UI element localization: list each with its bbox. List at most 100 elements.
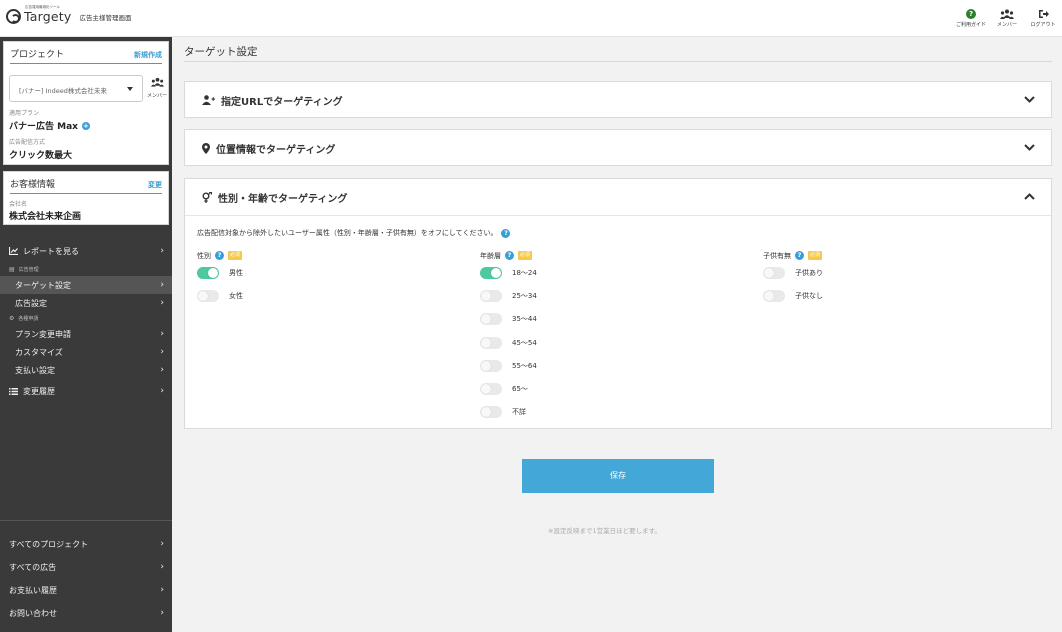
toggle-age-unknown[interactable] bbox=[480, 406, 502, 419]
chevron-down-icon[interactable] bbox=[1024, 95, 1035, 106]
nav-section-ad: ▤ 広告管理 bbox=[9, 266, 39, 273]
chevron-right-icon: › bbox=[160, 365, 164, 375]
chevron-right-icon: › bbox=[160, 246, 164, 256]
members-icon bbox=[150, 77, 164, 87]
guide-button[interactable]: ? ご利用ガイド bbox=[956, 8, 986, 28]
logout-icon bbox=[1038, 8, 1049, 20]
chevron-right-icon: › bbox=[160, 329, 164, 339]
help-icon[interactable]: ? bbox=[505, 251, 514, 260]
option-row: 18〜24 bbox=[480, 261, 537, 284]
logout-label: ログアウト bbox=[1030, 22, 1056, 28]
reflection-note: ※設定反映まで1営業日ほど要します。 bbox=[548, 527, 661, 535]
project-members-label: メンバー bbox=[146, 93, 167, 99]
panel-location-targeting: 位置情報でターゲティング bbox=[184, 129, 1052, 166]
toggle-age-55-64[interactable] bbox=[480, 359, 502, 372]
nav-payment-history-label: お支払い履歴 bbox=[9, 585, 57, 595]
panel-gender-age-targeting: 性別・年齢でターゲティング 広告配信対象から除外したいユーザー属性（性別・年齢層… bbox=[184, 178, 1052, 429]
help-icon: ? bbox=[966, 9, 976, 19]
panel-location-header[interactable]: 位置情報でターゲティング bbox=[185, 130, 1051, 166]
plus-icon[interactable]: + bbox=[81, 121, 90, 130]
chevron-right-icon: › bbox=[160, 298, 164, 308]
delivery-label: 広告配信方式 bbox=[9, 139, 46, 146]
panel-url-targeting: 指定URLでターゲティング bbox=[184, 81, 1052, 118]
logo[interactable]: 広告運用最適化ツール Targety 広告主様管理画面 bbox=[6, 5, 132, 24]
option-label: 不詳 bbox=[512, 408, 526, 417]
chevron-right-icon: › bbox=[160, 562, 164, 572]
customer-change-link[interactable]: 変更 bbox=[148, 180, 162, 190]
caret-down-icon bbox=[127, 87, 133, 91]
chart-icon bbox=[9, 247, 18, 255]
project-select[interactable]: [バナー] Indeed株式会社未来 bbox=[9, 75, 143, 102]
app-name: 広告主様管理画面 bbox=[79, 13, 132, 22]
nav-target[interactable]: ターゲット設定 › bbox=[0, 276, 172, 294]
nav-all-projects-label: すべてのプロジェクト bbox=[9, 539, 89, 549]
panel-gender-age-header[interactable]: 性別・年齢でターゲティング bbox=[185, 179, 1051, 215]
toggle-age-65-plus[interactable] bbox=[480, 383, 502, 396]
option-label: 子供あり bbox=[795, 268, 823, 277]
list-icon bbox=[9, 387, 18, 395]
option-row: 不詳 bbox=[480, 401, 537, 424]
members-button[interactable]: メンバー bbox=[992, 8, 1022, 28]
nav-report[interactable]: レポートを見る › bbox=[0, 242, 172, 260]
nav-history[interactable]: 変更履歴 › bbox=[0, 382, 172, 400]
toggle-age-35-44[interactable] bbox=[480, 313, 502, 326]
option-label: 45〜54 bbox=[512, 338, 537, 347]
option-label: 18〜24 bbox=[512, 268, 537, 277]
nav-ad-settings[interactable]: 広告設定 › bbox=[0, 294, 172, 312]
help-icon[interactable]: ? bbox=[501, 228, 511, 238]
plan-value-row: バナー広告 Max + bbox=[9, 119, 90, 132]
nav-history-label: 変更履歴 bbox=[23, 386, 55, 396]
panel-url-header[interactable]: 指定URLでターゲティング bbox=[185, 82, 1051, 118]
chevron-right-icon: › bbox=[160, 386, 164, 396]
project-card: プロジェクト 新規作成 [バナー] Indeed株式会社未来 メンバー 適用プラ… bbox=[3, 41, 169, 165]
nav-plan-change-label: プラン変更申請 bbox=[15, 329, 71, 339]
chevron-down-icon[interactable] bbox=[1024, 143, 1035, 154]
members-icon bbox=[1000, 8, 1014, 20]
gender-icon bbox=[202, 191, 212, 203]
option-row: 45〜54 bbox=[480, 331, 537, 354]
project-select-value: [バナー] Indeed株式会社未来 bbox=[19, 87, 107, 95]
delivery-value: クリック数最大 bbox=[9, 151, 73, 161]
nav-payment-history[interactable]: お支払い履歴 › bbox=[0, 581, 172, 599]
option-label: 男性 bbox=[229, 268, 243, 277]
nav-all-projects[interactable]: すべてのプロジェクト › bbox=[0, 535, 172, 553]
panel-url-title: 指定URLでターゲティング bbox=[221, 96, 343, 108]
option-label: 子供なし bbox=[795, 291, 823, 300]
new-project-link[interactable]: 新規作成 bbox=[134, 50, 162, 60]
option-label: 65〜 bbox=[512, 385, 528, 394]
chevron-up-icon[interactable] bbox=[1024, 192, 1035, 203]
nav-plan-change[interactable]: プラン変更申請 › bbox=[0, 325, 172, 343]
nav-contact[interactable]: お問い合わせ › bbox=[0, 604, 172, 622]
guide-label: ご利用ガイド bbox=[956, 22, 987, 28]
logo-mark-icon bbox=[6, 9, 21, 24]
toggle-age-45-54[interactable] bbox=[480, 336, 502, 349]
ad-icon: ▤ bbox=[9, 266, 15, 273]
nav-section-apply: ⚙ 各種申請 bbox=[9, 315, 38, 322]
option-label: 35〜44 bbox=[512, 315, 537, 324]
help-icon[interactable]: ? bbox=[215, 251, 224, 260]
user-plus-icon bbox=[202, 95, 215, 105]
toggle-age-18-24[interactable] bbox=[480, 266, 502, 279]
nav-payment-settings[interactable]: 支払い設定 › bbox=[0, 361, 172, 379]
option-row: 65〜 bbox=[480, 377, 537, 400]
title-divider bbox=[184, 61, 1052, 62]
chevron-right-icon: › bbox=[160, 539, 164, 549]
option-label: 25〜34 bbox=[512, 291, 537, 300]
nav-customize[interactable]: カスタマイズ › bbox=[0, 343, 172, 361]
option-label: 55〜64 bbox=[512, 361, 537, 370]
save-button[interactable]: 保存 bbox=[522, 459, 714, 493]
gear-icon: ⚙ bbox=[9, 315, 15, 322]
project-members-button[interactable]: メンバー bbox=[146, 77, 168, 99]
option-row: 25〜34 bbox=[480, 284, 537, 307]
logout-button[interactable]: ログアウト bbox=[1028, 8, 1058, 28]
option-row: 55〜64 bbox=[480, 354, 537, 377]
help-icon[interactable]: ? bbox=[795, 251, 804, 260]
nav-report-label: レポートを見る bbox=[23, 246, 79, 256]
toggle-no-children[interactable] bbox=[763, 289, 785, 302]
toggle-male[interactable] bbox=[197, 266, 219, 279]
project-title: プロジェクト bbox=[10, 50, 65, 60]
nav-all-ads[interactable]: すべての広告 › bbox=[0, 558, 172, 576]
toggle-has-children[interactable] bbox=[763, 266, 785, 279]
toggle-female[interactable] bbox=[197, 289, 219, 302]
toggle-age-25-34[interactable] bbox=[480, 289, 502, 302]
